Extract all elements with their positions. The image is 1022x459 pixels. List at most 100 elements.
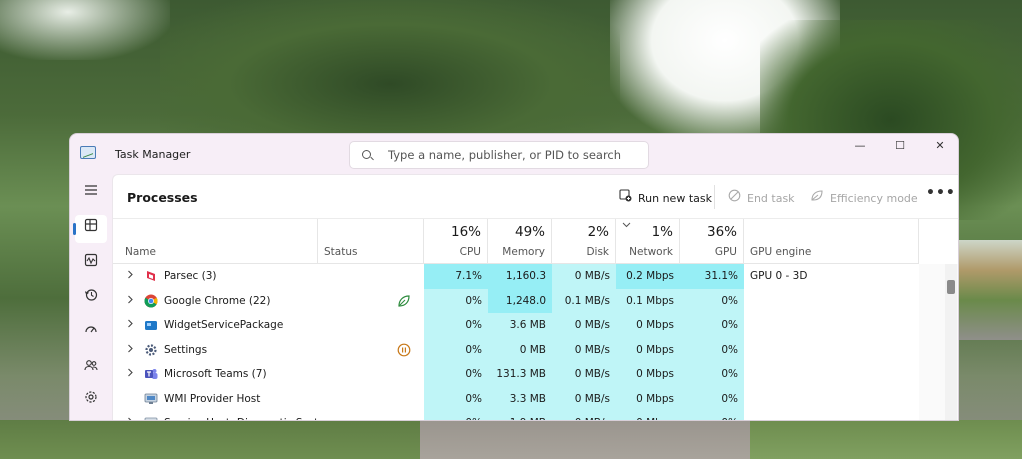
column-label-network: Network <box>629 246 673 258</box>
column-header-disk[interactable]: 2% Disk <box>552 219 616 264</box>
gpu-engine-cell <box>750 338 910 363</box>
settings-gear-icon <box>144 343 158 357</box>
memory-cell: 0 MB <box>488 337 552 362</box>
efficiency-mode-button[interactable]: Efficiency mode <box>810 189 918 205</box>
disk-cell: 0 MB/s <box>552 411 616 420</box>
performance-icon[interactable] <box>75 250 107 278</box>
startup-apps-icon[interactable] <box>75 320 107 348</box>
gpu-engine-cell <box>750 411 910 420</box>
sort-chevron-icon <box>622 221 631 230</box>
close-button[interactable]: ✕ <box>920 134 958 160</box>
app-history-icon[interactable] <box>75 285 107 313</box>
column-label-cpu: CPU <box>459 246 481 258</box>
disk-cell: 0 MB/s <box>552 386 616 411</box>
process-row[interactable]: Settings 0% 0 MB 0 MB/s 0 Mbps 0% <box>113 337 919 363</box>
cpu-cell: 0% <box>424 313 488 338</box>
parsec-icon <box>144 269 158 283</box>
cpu-cell: 0% <box>424 337 488 362</box>
expand-chevron-icon[interactable] <box>127 289 134 314</box>
run-new-task-label: Run new task <box>638 192 712 205</box>
disk-total: 2% <box>587 224 609 240</box>
processes-icon[interactable] <box>73 215 107 243</box>
cpu-cell: 0% <box>424 288 488 313</box>
search-input[interactable] <box>388 146 638 164</box>
memory-cell: 1,248.0 MB <box>488 288 552 331</box>
command-bar: Processes Run new task End task Efficien… <box>113 175 958 219</box>
menu-icon[interactable] <box>75 180 107 208</box>
run-task-icon <box>618 189 632 205</box>
service-host-icon <box>144 416 158 420</box>
network-cell: 0 Mbps <box>616 362 680 387</box>
command-separator <box>714 185 715 209</box>
title-bar[interactable]: Task Manager — ☐ ✕ <box>70 134 958 174</box>
end-task-button[interactable]: End task <box>727 189 795 205</box>
memory-cell: 1.9 MB <box>488 411 552 420</box>
gpu-engine-cell <box>750 313 910 338</box>
efficiency-leaf-icon <box>810 189 824 205</box>
network-cell: 0.1 Mbps <box>616 288 680 313</box>
process-row[interactable]: Google Chrome (22)0%1,248.0 MB0.1 MB/s0.… <box>113 288 919 331</box>
expand-chevron-icon[interactable] <box>127 264 134 289</box>
settings-icon[interactable] <box>75 387 107 415</box>
process-name: Service Host: Diagnostic Syste... <box>164 411 335 420</box>
process-row[interactable]: WidgetServicePackage 0% 3.6 MB 0 MB/s 0 Mbps… <box>113 313 919 338</box>
cpu-cell: 0% <box>424 362 488 387</box>
window-title: Task Manager <box>115 148 191 161</box>
network-total: 1% <box>651 224 673 240</box>
gpu-cell: 31.1% <box>680 264 744 289</box>
column-header-cpu[interactable]: 16% CPU <box>424 219 488 264</box>
network-cell: 0.2 Mbps <box>616 264 680 289</box>
gpu-total: 36% <box>706 224 737 240</box>
vertical-scrollbar[interactable] <box>919 264 958 420</box>
gpu-engine-cell <box>750 362 910 387</box>
process-row[interactable]: Microsoft Teams (7) 0% 131.3 MB 0 MB/s 0 Mbp… <box>113 362 919 387</box>
page-title: Processes <box>127 190 198 205</box>
expand-chevron-icon[interactable] <box>127 338 134 363</box>
background-road <box>420 420 750 459</box>
column-header-memory[interactable]: 49% Memory <box>488 219 552 264</box>
column-label-memory: Memory <box>502 246 545 258</box>
scrollbar-thumb[interactable] <box>947 280 955 294</box>
background-grass <box>750 420 1022 459</box>
search-box[interactable] <box>349 141 649 169</box>
processes-panel: Processes Run new task End task Efficien… <box>112 174 958 420</box>
column-label-gpu-engine: GPU engine <box>750 246 812 258</box>
column-header-name[interactable]: Name <box>113 219 318 264</box>
process-row[interactable]: Service Host: Diagnostic Syste...0%1.9 M… <box>113 411 919 420</box>
memory-total: 49% <box>514 224 545 240</box>
wmi-icon <box>144 392 158 406</box>
efficiency-leaf-icon <box>397 294 411 308</box>
expand-chevron-icon[interactable] <box>127 313 134 338</box>
gpu-engine-cell: GPU 0 - 3D <box>750 270 808 282</box>
network-cell: 0 Mbps <box>616 411 680 420</box>
minimize-button[interactable]: — <box>840 134 880 160</box>
memory-cell: 131.3 MB <box>488 362 552 387</box>
cpu-cell: 0% <box>424 386 488 411</box>
expand-chevron-icon[interactable] <box>127 411 134 420</box>
process-list: Parsec (3)7.1%1,160.3 MB0 MB/s0.2 Mbps31… <box>113 264 919 420</box>
run-new-task-button[interactable]: Run new task <box>618 189 712 205</box>
process-row[interactable]: Parsec (3) 7.1%1,160.3 MB0 MB/s0.2 Mbps31… <box>113 264 919 307</box>
gpu-cell: 0% <box>680 386 744 411</box>
more-options-button[interactable]: ••• <box>926 185 956 201</box>
network-cell: 0 Mbps <box>616 313 680 338</box>
background-trees <box>160 0 620 140</box>
task-manager-window: Task Manager — ☐ ✕ P <box>69 133 959 421</box>
memory-cell: 3.6 MB <box>488 313 552 338</box>
column-header-network[interactable]: 1% Network <box>616 219 680 264</box>
maximize-button[interactable]: ☐ <box>880 134 920 160</box>
cpu-cell: 7.1% <box>424 264 488 289</box>
column-header-gpu-engine[interactable]: GPU engine <box>744 219 919 264</box>
column-header-gpu[interactable]: 36% GPU <box>680 219 744 264</box>
process-row[interactable]: WMI Provider Host 0% 3.3 MB 0 MB/s 0 Mbps 0% <box>113 386 919 411</box>
users-icon[interactable] <box>75 355 107 383</box>
memory-cell: 3.3 MB <box>488 386 552 411</box>
column-label-name: Name <box>125 246 156 258</box>
gpu-cell: 0% <box>680 362 744 387</box>
chrome-icon <box>144 294 158 308</box>
disk-cell: 0 MB/s <box>552 362 616 387</box>
column-header-status[interactable]: Status <box>318 219 424 264</box>
cpu-total: 16% <box>450 224 481 240</box>
network-cell: 0 Mbps <box>616 337 680 362</box>
expand-chevron-icon[interactable] <box>127 362 134 387</box>
